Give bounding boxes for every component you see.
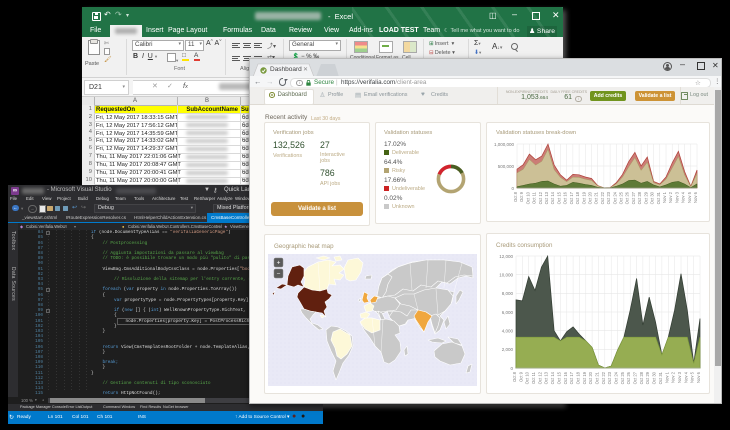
- svg-text:2,000: 2,000: [502, 347, 514, 352]
- svg-text:500,000: 500,000: [498, 164, 515, 169]
- svg-text:12,000: 12,000: [499, 254, 513, 259]
- svg-text:Oct 24: Oct 24: [612, 191, 617, 204]
- svg-text:Oct 31: Oct 31: [656, 191, 661, 204]
- svg-text:Oct 15: Oct 15: [556, 191, 561, 204]
- svg-text:Oct 26: Oct 26: [625, 191, 630, 204]
- svg-text:Nov 5: Nov 5: [690, 371, 695, 383]
- svg-text:Oct 13: Oct 13: [544, 371, 549, 384]
- svg-text:Nov 1: Nov 1: [662, 191, 667, 203]
- svg-text:Oct 18: Oct 18: [575, 191, 580, 204]
- svg-text:Oct 25: Oct 25: [620, 371, 625, 384]
- svg-text:−: −: [277, 270, 281, 277]
- svg-text:Oct 25: Oct 25: [619, 191, 624, 204]
- svg-text:Oct 17: Oct 17: [569, 191, 574, 204]
- svg-text:Nov 4: Nov 4: [683, 371, 688, 383]
- svg-text:Oct 15: Oct 15: [556, 371, 561, 384]
- svg-text:6,000: 6,000: [502, 310, 514, 315]
- svg-text:Oct 26: Oct 26: [626, 371, 631, 384]
- svg-text:Oct 24: Oct 24: [614, 371, 619, 384]
- svg-text:Nov 3: Nov 3: [677, 371, 682, 383]
- svg-text:Oct 12: Oct 12: [538, 191, 543, 204]
- svg-text:Oct 10: Oct 10: [525, 191, 530, 204]
- svg-text:Oct 30: Oct 30: [652, 371, 657, 384]
- svg-text:Nov 6: Nov 6: [696, 371, 701, 383]
- svg-text:Nov 4: Nov 4: [681, 191, 686, 203]
- svg-text:Oct 19: Oct 19: [582, 371, 587, 384]
- svg-text:Oct 10: Oct 10: [525, 371, 530, 384]
- svg-text:Oct 17: Oct 17: [569, 371, 574, 384]
- svg-text:Oct 23: Oct 23: [606, 191, 611, 204]
- svg-text:Oct 18: Oct 18: [575, 371, 580, 384]
- svg-text:0: 0: [510, 366, 513, 371]
- svg-text:Oct 16: Oct 16: [563, 191, 568, 204]
- svg-text:Oct 13: Oct 13: [544, 191, 549, 204]
- svg-text:Oct 16: Oct 16: [563, 371, 568, 384]
- svg-text:Oct 28: Oct 28: [637, 191, 642, 204]
- svg-text:Oct 14: Oct 14: [550, 191, 555, 204]
- svg-text:Oct 29: Oct 29: [645, 371, 650, 384]
- svg-text:Nov 2: Nov 2: [668, 191, 673, 203]
- svg-text:Oct 12: Oct 12: [537, 371, 542, 384]
- svg-text:8,000: 8,000: [502, 291, 514, 296]
- svg-text:Oct 19: Oct 19: [581, 191, 586, 204]
- svg-text:Oct 8: Oct 8: [512, 371, 517, 382]
- svg-text:Oct 21: Oct 21: [594, 191, 599, 204]
- svg-text:Oct 20: Oct 20: [588, 191, 593, 204]
- svg-text:Nov 5: Nov 5: [687, 191, 692, 203]
- svg-text:Oct 22: Oct 22: [601, 371, 606, 384]
- svg-text:+: +: [277, 260, 281, 267]
- svg-text:Oct 11: Oct 11: [532, 191, 537, 204]
- svg-text:Oct 14: Oct 14: [550, 371, 555, 384]
- svg-text:4,000: 4,000: [502, 329, 514, 334]
- svg-text:Oct 11: Oct 11: [531, 371, 536, 384]
- svg-text:Nov 6: Nov 6: [693, 191, 698, 203]
- svg-text:Oct 28: Oct 28: [639, 371, 644, 384]
- svg-text:Nov 1: Nov 1: [664, 371, 669, 383]
- svg-text:Oct 20: Oct 20: [588, 371, 593, 384]
- svg-text:Nov 3: Nov 3: [674, 191, 679, 203]
- svg-text:Oct 27: Oct 27: [633, 371, 638, 384]
- svg-text:Oct 21: Oct 21: [595, 371, 600, 384]
- svg-text:10,000: 10,000: [499, 273, 513, 278]
- svg-text:1,000,000: 1,000,000: [494, 142, 515, 147]
- svg-text:Oct 9: Oct 9: [518, 371, 523, 382]
- svg-text:0: 0: [511, 186, 514, 191]
- svg-text:Oct 27: Oct 27: [631, 191, 636, 204]
- svg-text:Oct 30: Oct 30: [650, 191, 655, 204]
- svg-text:Oct 22: Oct 22: [600, 191, 605, 204]
- svg-text:Oct 8: Oct 8: [513, 191, 518, 202]
- svg-text:Oct 9: Oct 9: [519, 191, 524, 202]
- svg-text:Nov 2: Nov 2: [671, 371, 676, 383]
- svg-text:Oct 31: Oct 31: [658, 371, 663, 384]
- svg-text:Oct 29: Oct 29: [643, 191, 648, 204]
- svg-text:Oct 23: Oct 23: [607, 371, 612, 384]
